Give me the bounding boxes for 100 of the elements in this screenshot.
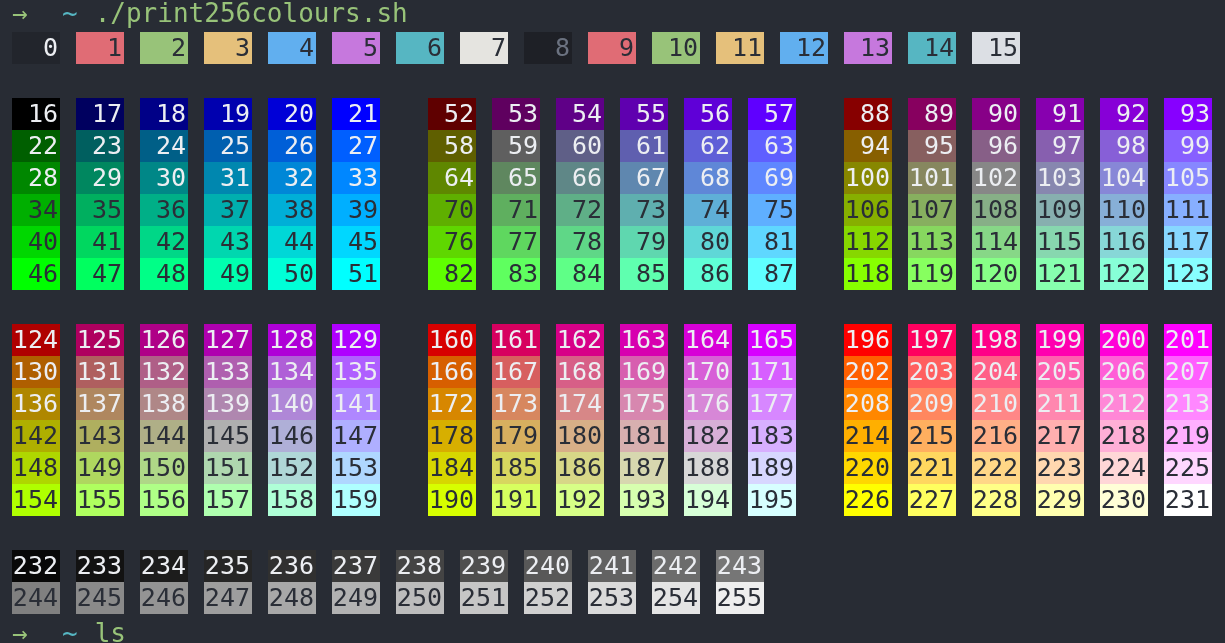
color-swatch: 251 [460, 582, 508, 614]
color-swatch: 135 [332, 356, 380, 388]
color-swatch: 44 [268, 226, 316, 258]
color-swatch: 236 [268, 550, 316, 582]
color-swatch: 202 [844, 356, 892, 388]
color-swatch: 211 [1036, 388, 1084, 420]
color-swatch: 128 [268, 324, 316, 356]
color-swatch: 8 [524, 32, 572, 64]
prompt-arrow: → [12, 0, 29, 30]
color-swatch: 82 [428, 258, 476, 290]
color-swatch: 13 [844, 32, 892, 64]
color-swatch: 226 [844, 484, 892, 516]
color-swatch: 117 [1164, 226, 1212, 258]
color-swatch: 34 [12, 194, 60, 226]
color-swatch: 193 [620, 484, 668, 516]
color-swatch: 165 [748, 324, 796, 356]
color-swatch: 83 [492, 258, 540, 290]
color-swatch: 162 [556, 324, 604, 356]
color-swatch: 26 [268, 130, 316, 162]
color-swatch: 166 [428, 356, 476, 388]
color-swatch: 241 [588, 550, 636, 582]
color-swatch: 142 [12, 420, 60, 452]
prompt-path: ~ [62, 0, 78, 30]
color-swatch: 55 [620, 98, 668, 130]
color-swatch: 253 [588, 582, 636, 614]
color-swatch: 184 [428, 452, 476, 484]
color-swatch: 138 [140, 388, 188, 420]
color-swatch: 129 [332, 324, 380, 356]
color-swatch: 144 [140, 420, 188, 452]
color-swatch: 198 [972, 324, 1020, 356]
color-swatch: 174 [556, 388, 604, 420]
color-swatch: 242 [652, 550, 700, 582]
color-swatch: 190 [428, 484, 476, 516]
color-swatch: 18 [140, 98, 188, 130]
color-swatch: 210 [972, 388, 1020, 420]
color-swatch: 108 [972, 194, 1020, 226]
color-swatch: 136 [12, 388, 60, 420]
color-swatch: 84 [556, 258, 604, 290]
color-swatch: 196 [844, 324, 892, 356]
color-swatch: 179 [492, 420, 540, 452]
color-swatch: 80 [684, 226, 732, 258]
color-swatch: 159 [332, 484, 380, 516]
color-swatch: 197 [908, 324, 956, 356]
color-swatch: 93 [1164, 98, 1212, 130]
color-swatch: 116 [1100, 226, 1148, 258]
color-swatch: 75 [748, 194, 796, 226]
color-swatch: 246 [140, 582, 188, 614]
color-swatch: 201 [1164, 324, 1212, 356]
color-swatch: 218 [1100, 420, 1148, 452]
color-swatch: 96 [972, 130, 1020, 162]
color-swatch: 222 [972, 452, 1020, 484]
color-swatch: 115 [1036, 226, 1084, 258]
color-swatch: 180 [556, 420, 604, 452]
color-swatch: 146 [268, 420, 316, 452]
color-swatch: 191 [492, 484, 540, 516]
color-swatch: 126 [140, 324, 188, 356]
color-swatch: 194 [684, 484, 732, 516]
color-swatch: 105 [1164, 162, 1212, 194]
color-swatch: 10 [652, 32, 700, 64]
color-swatch: 145 [204, 420, 252, 452]
color-swatch: 122 [1100, 258, 1148, 290]
color-swatch: 38 [268, 194, 316, 226]
color-swatch: 64 [428, 162, 476, 194]
color-swatch: 149 [76, 452, 124, 484]
color-swatch: 91 [1036, 98, 1084, 130]
color-swatch: 147 [332, 420, 380, 452]
color-swatch: 124 [12, 324, 60, 356]
color-swatch: 220 [844, 452, 892, 484]
color-swatch: 182 [684, 420, 732, 452]
prompt-path: ~ [62, 616, 78, 643]
color-swatch: 219 [1164, 420, 1212, 452]
color-swatch: 120 [972, 258, 1020, 290]
color-swatch: 3 [204, 32, 252, 64]
color-swatch: 229 [1036, 484, 1084, 516]
color-swatch: 176 [684, 388, 732, 420]
color-swatch: 47 [76, 258, 124, 290]
color-swatch: 232 [12, 550, 60, 582]
color-swatch: 228 [972, 484, 1020, 516]
color-swatch: 67 [620, 162, 668, 194]
color-swatch: 153 [332, 452, 380, 484]
color-swatch: 14 [908, 32, 956, 64]
color-swatch: 247 [204, 582, 252, 614]
color-swatch: 6 [396, 32, 444, 64]
color-swatch: 85 [620, 258, 668, 290]
color-swatch: 7 [460, 32, 508, 64]
color-swatch: 170 [684, 356, 732, 388]
color-swatch: 100 [844, 162, 892, 194]
color-swatch: 27 [332, 130, 380, 162]
color-swatch: 217 [1036, 420, 1084, 452]
color-swatch: 188 [684, 452, 732, 484]
color-swatch: 76 [428, 226, 476, 258]
color-swatch: 192 [556, 484, 604, 516]
color-swatch: 143 [76, 420, 124, 452]
color-swatch: 56 [684, 98, 732, 130]
color-swatch: 199 [1036, 324, 1084, 356]
color-swatch: 119 [908, 258, 956, 290]
color-swatch: 37 [204, 194, 252, 226]
color-swatch: 123 [1164, 258, 1212, 290]
color-swatch: 160 [428, 324, 476, 356]
color-swatch: 178 [428, 420, 476, 452]
